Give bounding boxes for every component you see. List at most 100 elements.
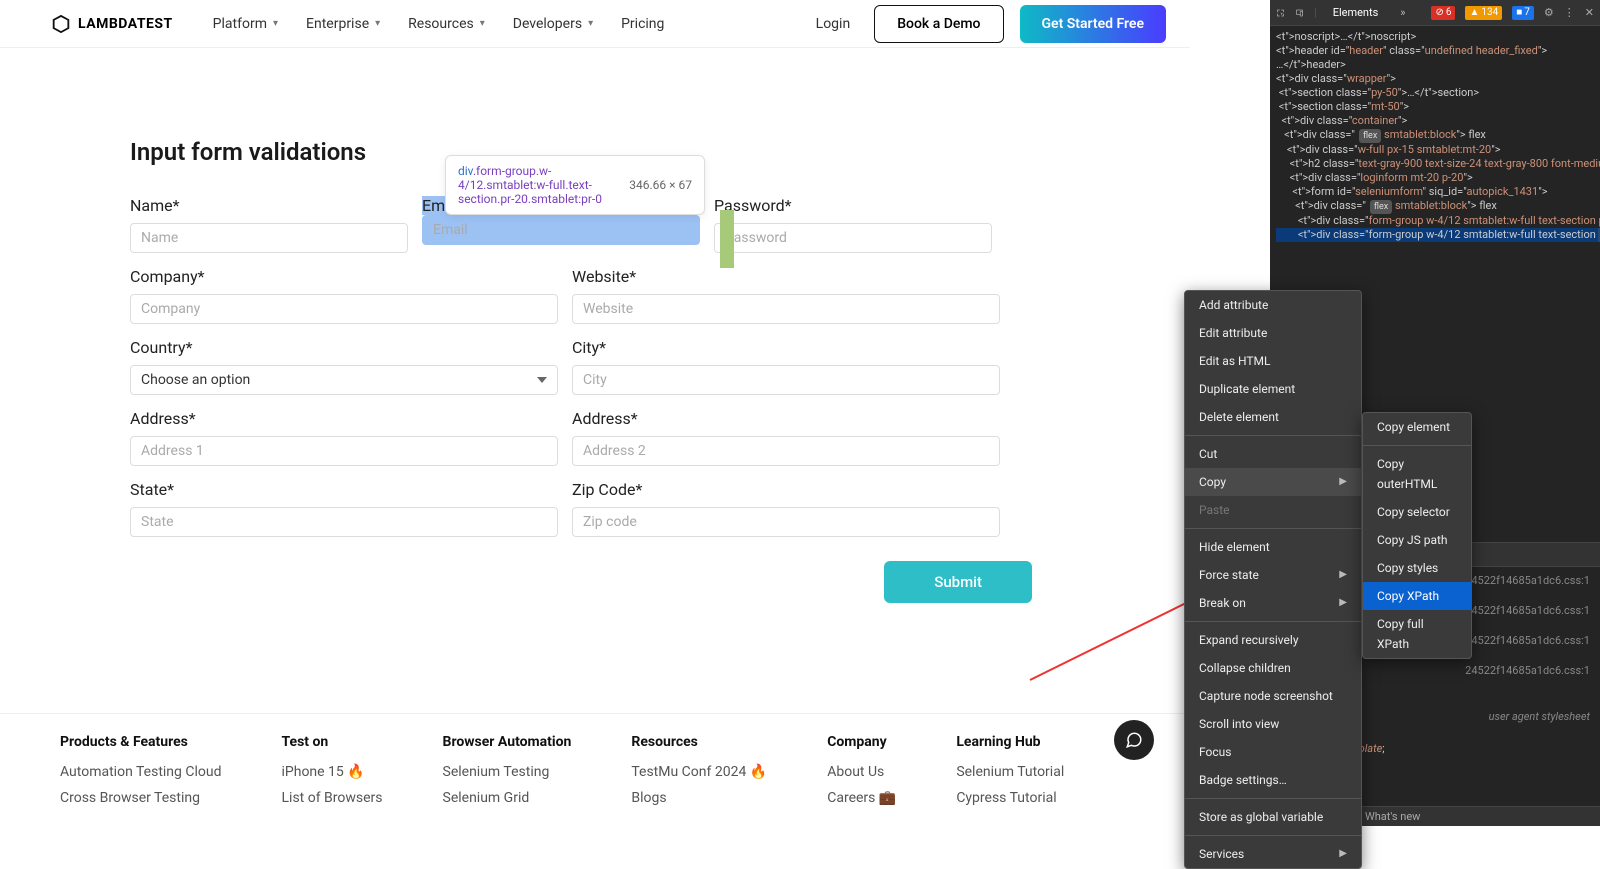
address2-input[interactable] [572, 436, 1000, 466]
warnings-badge[interactable]: ▲ 134 [1465, 6, 1502, 20]
nav-developers[interactable]: Developers▾ [513, 16, 593, 32]
close-icon[interactable]: ✕ [1585, 6, 1594, 20]
main-nav: Platform▾ Enterprise▾ Resources▾ Develop… [213, 16, 665, 32]
ctx-scroll-into-view[interactable]: Scroll into view [1185, 710, 1361, 738]
ctx-collapse-children[interactable]: Collapse children [1185, 654, 1361, 682]
gear-icon[interactable]: ⚙ [1544, 6, 1554, 20]
footer-link[interactable]: List of Browsers [282, 790, 383, 806]
ctx-edit-attribute[interactable]: Edit attribute [1185, 319, 1361, 347]
ctx-focus[interactable]: Focus [1185, 738, 1361, 766]
ctx-services[interactable]: Services▶ [1185, 840, 1361, 868]
ctx-copy-xpath[interactable]: Copy XPath [1363, 582, 1471, 610]
footer-link[interactable]: Cypress Tutorial [956, 790, 1064, 806]
footer-link[interactable]: Blogs [631, 790, 767, 806]
ctx-copy[interactable]: Copy▶ [1185, 468, 1361, 496]
chevron-down-icon: ▾ [480, 18, 485, 29]
website-input[interactable] [572, 294, 1000, 324]
ctx-force-state[interactable]: Force state▶ [1185, 561, 1361, 589]
city-label: City* [572, 338, 1000, 357]
ctx-edit-as-html[interactable]: Edit as HTML [1185, 347, 1361, 375]
footer-col-teston: Test on iPhone 15 🔥 List of Browsers [282, 734, 383, 816]
device-icon[interactable] [1295, 6, 1304, 20]
kebab-icon[interactable]: ⋮ [1564, 6, 1575, 20]
state-label: State* [130, 480, 558, 499]
address1-input[interactable] [130, 436, 558, 466]
ctx-copy-outerhtml[interactable]: Copy outerHTML [1363, 450, 1471, 498]
form-group-password: Password* [714, 196, 992, 253]
website-label: Website* [572, 267, 1000, 286]
ctx-cut[interactable]: Cut [1185, 440, 1361, 468]
name-label: Name* [130, 196, 408, 215]
context-menu[interactable]: Add attributeEdit attributeEdit as HTMLD… [1184, 290, 1362, 869]
ctx-copy-styles[interactable]: Copy styles [1363, 554, 1471, 582]
submit-button[interactable]: Submit [884, 561, 1032, 603]
footer-link[interactable]: Cross Browser Testing [60, 790, 222, 806]
nav-platform[interactable]: Platform▾ [213, 16, 278, 32]
ctx-badge-settings-[interactable]: Badge settings… [1185, 766, 1361, 794]
address2-label: Address* [572, 409, 1000, 428]
form-group-country: Country* Choose an option [130, 338, 558, 395]
footer-link[interactable]: TestMu Conf 2024 🔥 [631, 764, 767, 780]
ctx-copy-element[interactable]: Copy element [1363, 413, 1471, 441]
state-input[interactable] [130, 507, 558, 537]
logo-text: LAMBDATEST [78, 16, 173, 32]
ctx-hide-element[interactable]: Hide element [1185, 533, 1361, 561]
chat-icon [1125, 731, 1143, 749]
form-group-name: Name* [130, 196, 408, 253]
form-group-company: Company* [130, 267, 558, 324]
book-demo-button[interactable]: Book a Demo [874, 5, 1003, 43]
country-select[interactable]: Choose an option [130, 365, 558, 395]
city-input[interactable] [572, 365, 1000, 395]
login-link[interactable]: Login [816, 16, 851, 32]
info-badge[interactable]: ■ 7 [1512, 6, 1534, 20]
form-group-city: City* [572, 338, 1000, 395]
password-input[interactable] [714, 223, 992, 253]
nav-pricing[interactable]: Pricing [621, 16, 664, 32]
logo[interactable]: LAMBDATEST [50, 13, 173, 35]
inspect-icon[interactable] [1276, 6, 1285, 20]
footer-link[interactable]: Selenium Testing [443, 764, 572, 780]
errors-badge[interactable]: ⊘ 6 [1431, 6, 1455, 20]
more-tabs[interactable]: » [1394, 6, 1411, 20]
chevron-down-icon: ▾ [273, 18, 278, 29]
footer-col-products: Products & Features Automation Testing C… [60, 734, 222, 816]
zip-label: Zip Code* [572, 480, 1000, 499]
elements-tab[interactable]: Elements [1327, 6, 1385, 20]
footer-link[interactable]: Automation Testing Cloud [60, 764, 222, 780]
company-input[interactable] [130, 294, 558, 324]
chat-button[interactable] [1114, 720, 1154, 760]
ctx-duplicate-element[interactable]: Duplicate element [1185, 375, 1361, 403]
chevron-down-icon: ▾ [588, 18, 593, 29]
footer-link[interactable]: iPhone 15 🔥 [282, 764, 383, 780]
get-started-button[interactable]: Get Started Free [1020, 5, 1167, 43]
ctx-add-attribute[interactable]: Add attribute [1185, 291, 1361, 319]
footer-link[interactable]: About Us [827, 764, 896, 780]
nav-resources[interactable]: Resources▾ [408, 16, 485, 32]
country-label: Country* [130, 338, 558, 357]
nav-enterprise[interactable]: Enterprise▾ [306, 16, 380, 32]
copy-submenu[interactable]: Copy elementCopy outerHTMLCopy selectorC… [1362, 412, 1472, 659]
ctx-capture-node-screenshot[interactable]: Capture node screenshot [1185, 682, 1361, 710]
password-label: Password* [714, 196, 992, 215]
ctx-break-on[interactable]: Break on▶ [1185, 589, 1361, 617]
footer-link[interactable]: Selenium Grid [443, 790, 572, 806]
form-group-address2: Address* [572, 409, 1000, 466]
form-group-website: Website* [572, 267, 1000, 324]
whatsnew-tab[interactable]: What's new [1365, 810, 1420, 823]
ctx-store-as-global-variable[interactable]: Store as global variable [1185, 803, 1361, 831]
inspect-padding-overlay [720, 210, 734, 268]
footer-link[interactable]: Selenium Tutorial [956, 764, 1064, 780]
ctx-expand-recursively[interactable]: Expand recursively [1185, 626, 1361, 654]
address1-label: Address* [130, 409, 558, 428]
ctx-delete-element[interactable]: Delete element [1185, 403, 1361, 431]
zip-input[interactable] [572, 507, 1000, 537]
name-input[interactable] [130, 223, 408, 253]
ctx-copy-selector[interactable]: Copy selector [1363, 498, 1471, 526]
email-input[interactable] [422, 215, 700, 245]
footer-link[interactable]: Careers 💼 [827, 790, 896, 806]
ctx-copy-full-xpath[interactable]: Copy full XPath [1363, 610, 1471, 658]
ctx-copy-js-path[interactable]: Copy JS path [1363, 526, 1471, 554]
footer-col-company: Company About Us Careers 💼 [827, 734, 896, 816]
footer-col-learning: Learning Hub Selenium Tutorial Cypress T… [956, 734, 1064, 816]
inspect-dimensions: 346.66 × 67 [629, 178, 692, 192]
